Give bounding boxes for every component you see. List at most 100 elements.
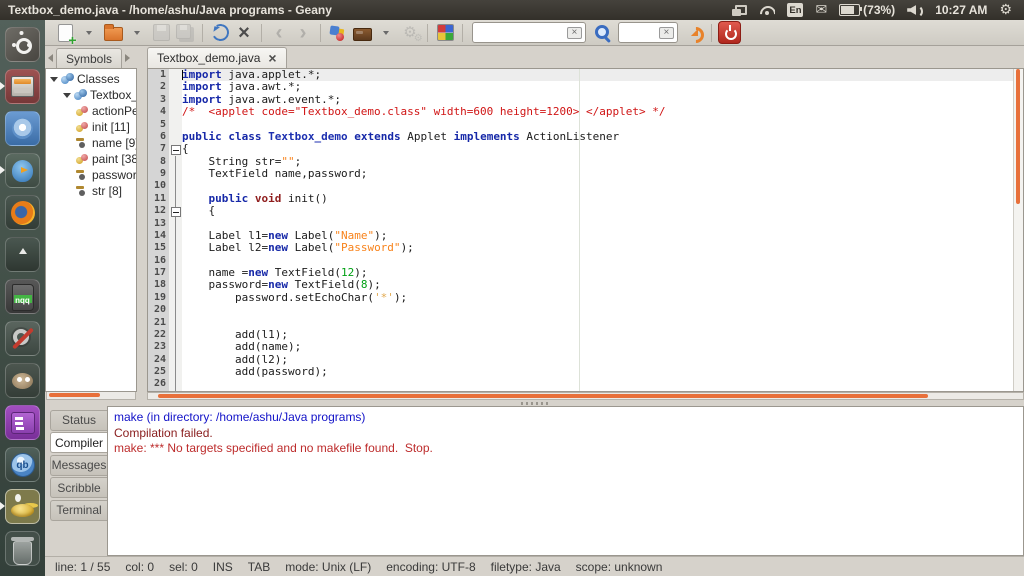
open-file-dropdown[interactable] <box>126 21 148 45</box>
launcher-item-gimp[interactable] <box>0 363 45 405</box>
bluebird-app-icon <box>5 153 40 188</box>
symbol-label: name [9] <box>92 136 136 150</box>
line-number: 20 <box>148 304 166 316</box>
tab-close-icon[interactable]: × <box>268 53 276 64</box>
revert-button[interactable] <box>209 21 231 45</box>
sidebar-horizontal-scrollbar[interactable] <box>46 392 136 400</box>
launcher-item-chromium[interactable] <box>0 111 45 153</box>
build-button[interactable] <box>351 21 373 45</box>
launcher-item-geany[interactable] <box>0 489 45 531</box>
tab-symbols[interactable]: Symbols <box>56 48 122 68</box>
close-file-button[interactable] <box>233 21 255 45</box>
line-number: 23 <box>148 341 166 353</box>
variable-icon <box>76 185 89 197</box>
expander-icon[interactable] <box>50 77 58 82</box>
qbittorrent-icon: qb <box>5 447 40 482</box>
launcher-item-inkscape[interactable] <box>0 237 45 279</box>
mail-indicator[interactable] <box>815 1 827 19</box>
sidebar-tabs-scroll-right-icon[interactable] <box>125 54 130 62</box>
code-editor[interactable]: 1234567891011121314151617181920212223242… <box>147 68 1024 392</box>
fold-cell <box>169 106 182 118</box>
fold-cell <box>169 267 182 279</box>
geany-window: Symbols ClassesTextbox_deactionPerinit [… <box>45 20 1024 576</box>
session-icon <box>999 1 1012 19</box>
open-file-button[interactable] <box>102 21 124 45</box>
fold-collapse-icon[interactable] <box>171 145 181 155</box>
compiler-output: make (in directory: /home/ashu/Java prog… <box>107 406 1024 556</box>
class-icon <box>61 73 74 85</box>
firefox-icon <box>5 195 40 230</box>
scrollbar-thumb[interactable] <box>158 394 928 398</box>
purple-terminal-icon <box>5 405 40 440</box>
class-icon <box>74 89 87 101</box>
launcher-item-system-tools[interactable] <box>0 321 45 363</box>
sidebar-tabs-scroll-left-icon[interactable] <box>48 54 53 62</box>
tab-status[interactable]: Status <box>50 410 107 431</box>
tab-messages[interactable]: Messages <box>50 455 107 476</box>
status-segment: sel: 0 <box>169 560 198 574</box>
line-number: 13 <box>148 218 166 230</box>
clear-entry-icon[interactable] <box>659 27 674 39</box>
symbol-actionper[interactable]: actionPer <box>46 103 136 119</box>
quit-button[interactable] <box>718 21 741 45</box>
new-file-button[interactable] <box>54 21 76 45</box>
symbol-classes[interactable]: Classes <box>46 71 136 87</box>
symbol-password[interactable]: password <box>46 167 136 183</box>
symbol-str-8[interactable]: str [8] <box>46 183 136 199</box>
wifi-icon <box>759 5 775 16</box>
message-window-tabs: StatusCompilerMessagesScribbleTerminal <box>45 406 107 556</box>
launcher-item-file-manager[interactable] <box>0 69 45 111</box>
clock-indicator[interactable]: 10:27 AM <box>935 3 987 17</box>
launcher-item-trash[interactable] <box>0 531 45 573</box>
search-button[interactable] <box>591 21 613 45</box>
launcher-item-bluebird-app[interactable] <box>0 153 45 195</box>
fold-cell <box>169 341 182 353</box>
pane-splitter-vertical[interactable] <box>137 46 147 400</box>
line-number: 15 <box>148 242 166 254</box>
code-line: public class Textbox_demo extends Applet… <box>182 131 1014 143</box>
search-icon <box>594 24 611 41</box>
tab-compiler[interactable]: Compiler <box>50 432 107 453</box>
scrollbar-thumb[interactable] <box>49 393 100 397</box>
displays-indicator[interactable] <box>732 5 747 16</box>
fold-collapse-icon[interactable] <box>171 207 181 217</box>
tab-terminal[interactable]: Terminal <box>50 500 107 521</box>
volume-icon <box>907 4 923 16</box>
session-indicator[interactable] <box>999 1 1012 19</box>
symbol-name-9[interactable]: name [9] <box>46 135 136 151</box>
tab-scribble[interactable]: Scribble <box>50 477 107 498</box>
color-chooser-button[interactable] <box>434 21 456 45</box>
running-arrow-icon <box>0 166 5 174</box>
compile-button[interactable] <box>327 21 349 45</box>
new-file-dropdown[interactable] <box>78 21 100 45</box>
scrollbar-thumb[interactable] <box>1016 69 1020 204</box>
splitter-grip <box>521 402 549 405</box>
volume-indicator[interactable] <box>907 4 923 16</box>
unity-launcher: nqq qb <box>0 20 45 576</box>
editor-vertical-scrollbar[interactable] <box>1013 69 1023 391</box>
expander-icon[interactable] <box>63 93 71 98</box>
symbol-textbox-de[interactable]: Textbox_de <box>46 87 136 103</box>
language-indicator[interactable]: En <box>787 3 803 17</box>
launcher-item-qbittorrent[interactable]: qb <box>0 447 45 489</box>
launcher-item-firefox[interactable] <box>0 195 45 237</box>
launcher-item-purple-terminal[interactable] <box>0 405 45 447</box>
clear-entry-icon[interactable] <box>567 27 582 39</box>
build-dropdown[interactable] <box>375 21 397 45</box>
launcher-item-ubuntu-dash[interactable] <box>0 27 45 69</box>
launcher-item-notepadqq[interactable]: nqq <box>0 279 45 321</box>
editor-horizontal-scrollbar[interactable] <box>147 392 1024 400</box>
symbol-init-11[interactable]: init [11] <box>46 119 136 135</box>
displays-icon <box>732 5 747 16</box>
line-number: 14 <box>148 230 166 242</box>
tab-symbols-label: Symbols <box>66 52 112 66</box>
wifi-indicator[interactable] <box>759 5 775 16</box>
tab-textbox-demo-java[interactable]: Textbox_demo.java × <box>147 47 287 68</box>
fold-cell <box>169 143 182 155</box>
battery-indicator[interactable]: (73%) <box>839 3 895 17</box>
symbol-paint-38[interactable]: paint [38 <box>46 151 136 167</box>
status-segment: col: 0 <box>125 560 154 574</box>
file-manager-icon <box>5 69 40 104</box>
goto-jump-button[interactable] <box>683 21 705 45</box>
code-line <box>182 304 1014 316</box>
